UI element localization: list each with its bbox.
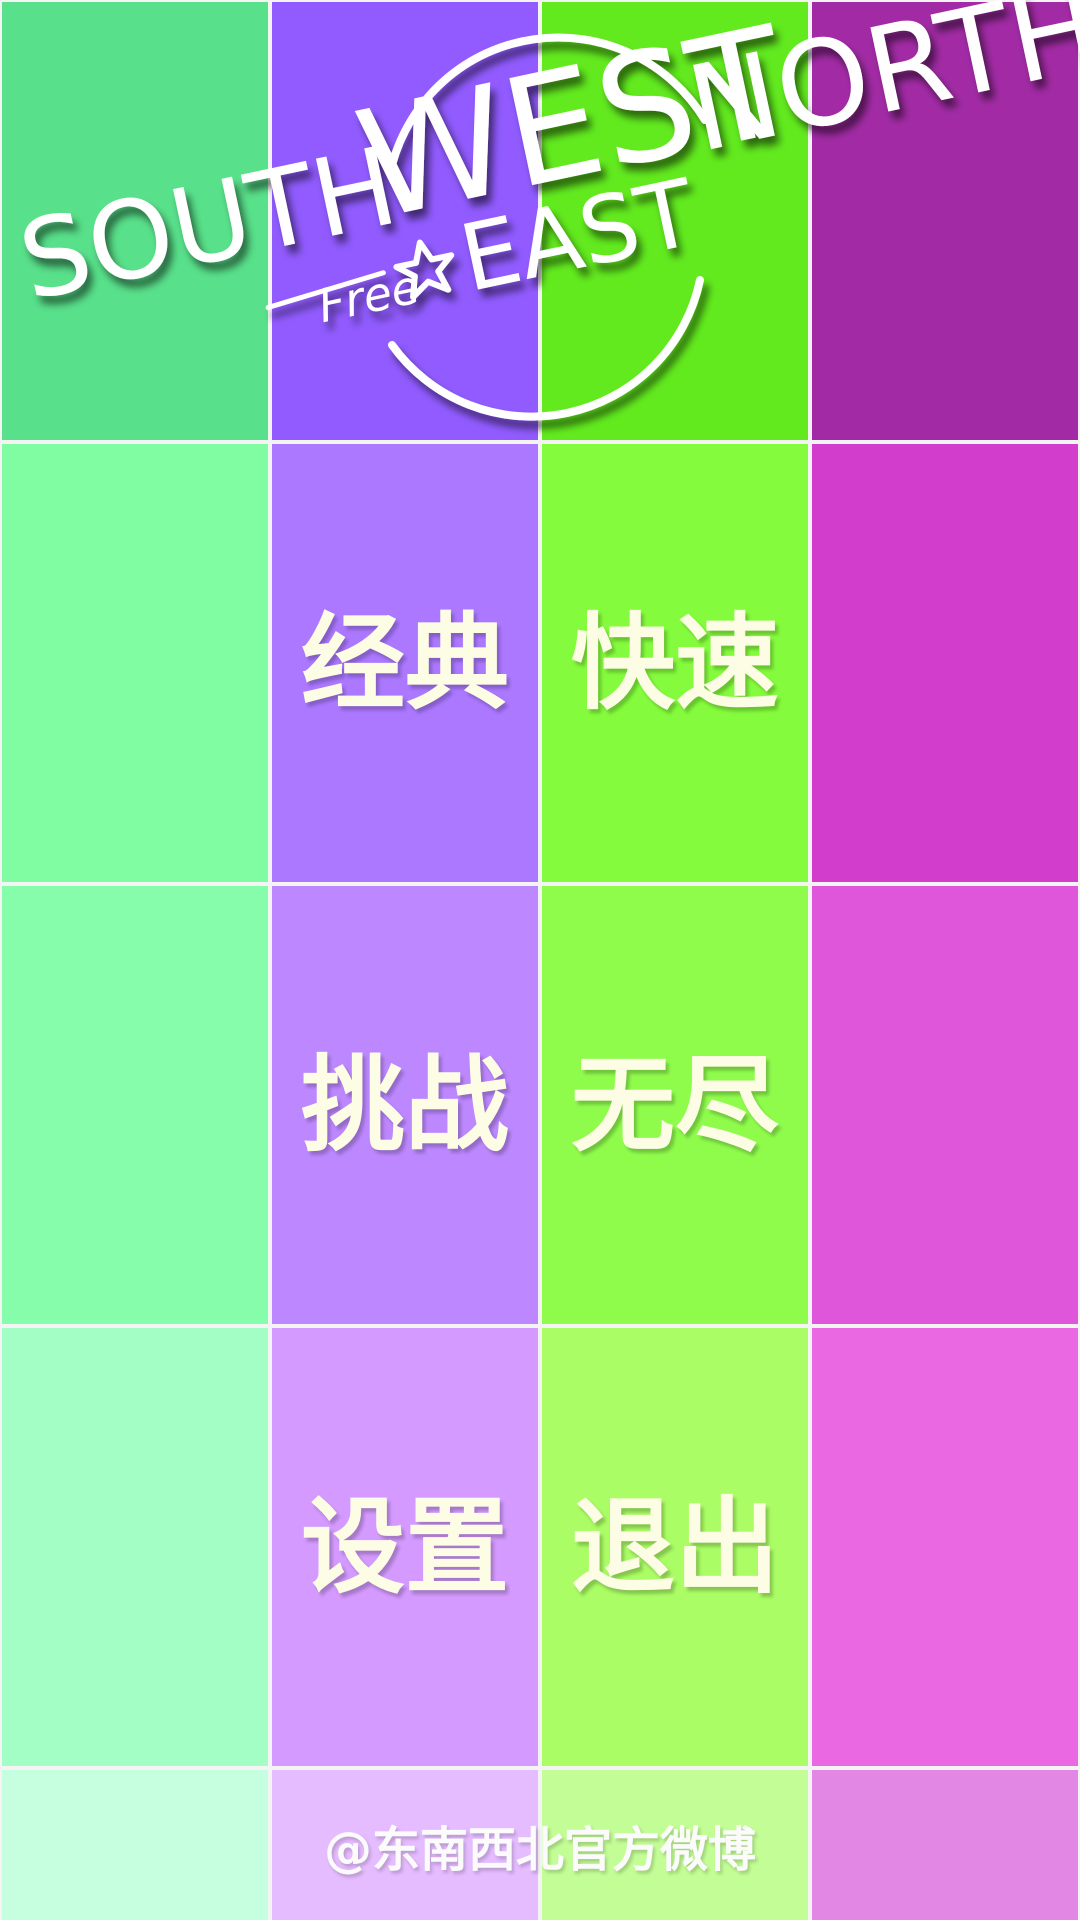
game-menu-screen: 经典 快速 挑战 无尽 设置 退出 @东南西北官方微博 SOUTH WEST N… <box>0 0 1080 1920</box>
classic-mode-button[interactable]: 经典 <box>272 444 538 882</box>
tile <box>812 1328 1078 1766</box>
fast-mode-label: 快速 <box>570 602 779 724</box>
tile <box>812 1770 1078 1920</box>
tile <box>812 2 1078 440</box>
tile <box>2 2 268 440</box>
tile <box>272 2 538 440</box>
challenge-mode-label: 挑战 <box>300 1044 509 1166</box>
endless-mode-button[interactable]: 无尽 <box>542 886 808 1324</box>
settings-button[interactable]: 设置 <box>272 1328 538 1766</box>
tile <box>2 444 268 882</box>
tile <box>542 2 808 440</box>
endless-mode-label: 无尽 <box>570 1044 779 1166</box>
official-weibo-link[interactable]: @东南西北官方微博 <box>272 1770 808 1920</box>
exit-label: 退出 <box>570 1486 779 1608</box>
tile <box>2 886 268 1324</box>
tile <box>2 1328 268 1766</box>
classic-mode-label: 经典 <box>300 602 509 724</box>
tile <box>812 444 1078 882</box>
tile <box>812 886 1078 1324</box>
fast-mode-button[interactable]: 快速 <box>542 444 808 882</box>
official-weibo-label: @东南西北官方微博 <box>323 1822 756 1878</box>
exit-button[interactable]: 退出 <box>542 1328 808 1766</box>
challenge-mode-button[interactable]: 挑战 <box>272 886 538 1324</box>
settings-label: 设置 <box>300 1486 509 1608</box>
tile <box>2 1770 268 1920</box>
